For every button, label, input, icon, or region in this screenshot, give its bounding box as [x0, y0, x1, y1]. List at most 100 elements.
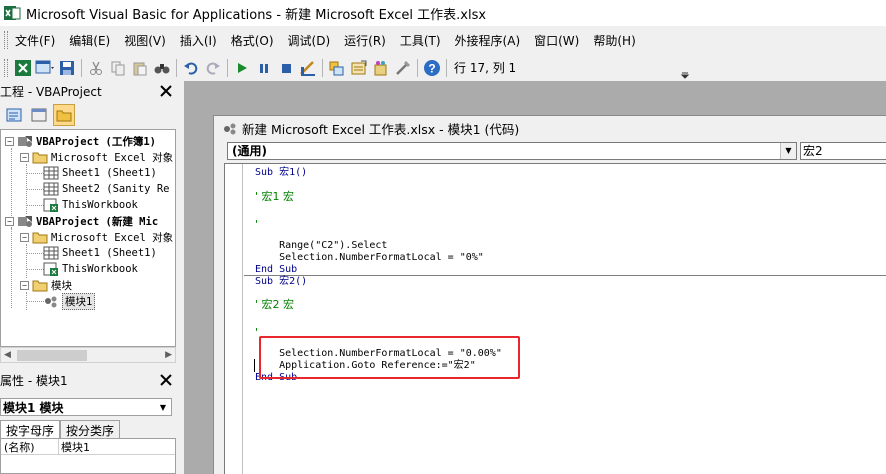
code-window: 新建 Microsoft Excel 工作表.xlsx - 模块1 (代码) (…	[213, 115, 886, 474]
toolbar-separator	[446, 58, 447, 77]
view-code-icon[interactable]	[3, 104, 25, 126]
properties-icon[interactable]	[348, 57, 370, 79]
run-icon[interactable]	[231, 57, 253, 79]
reset-icon[interactable]	[275, 57, 297, 79]
close-icon[interactable]	[158, 372, 174, 388]
object-browser-icon[interactable]	[370, 57, 392, 79]
collapse-icon[interactable]: −	[20, 280, 29, 290]
redo-icon[interactable]	[202, 57, 224, 79]
toolbar-separator	[417, 58, 418, 77]
tab-categorized[interactable]: 按分类序	[60, 420, 121, 438]
svg-text:?: ?	[428, 61, 435, 75]
tree-connector	[11, 228, 12, 308]
menu-tools[interactable]: 工具(T)	[393, 32, 448, 49]
tree-node-thisworkbook-1[interactable]: ThisWorkbook	[43, 197, 138, 213]
worksheet-icon	[43, 182, 59, 196]
cut-icon[interactable]	[85, 57, 107, 79]
property-value[interactable]: 模块1	[59, 439, 90, 454]
tree-connector	[26, 269, 44, 270]
close-icon[interactable]	[158, 83, 174, 99]
menu-file[interactable]: 文件(F)	[8, 32, 62, 49]
toolbox-icon[interactable]	[392, 57, 414, 79]
procedure-combo[interactable]: 宏2	[800, 142, 886, 160]
menu-addins[interactable]: 外接程序(A)	[448, 32, 528, 49]
view-excel-icon[interactable]	[12, 57, 34, 79]
vba-project-icon	[18, 136, 32, 147]
cursor-position: 行 17, 列 1	[454, 61, 517, 75]
project-explorer-icon[interactable]	[326, 57, 348, 79]
code-line-comment: ' 宏1 宏	[255, 190, 295, 203]
workbook-icon	[43, 262, 58, 276]
toolbar-grip[interactable]	[4, 58, 8, 77]
paste-icon[interactable]	[129, 57, 151, 79]
insert-userform-icon[interactable]	[34, 57, 56, 79]
scroll-right-icon[interactable]: ▶	[165, 350, 172, 360]
project-pane-title: 工程 - VBAProject	[0, 84, 102, 99]
project-tree-scrollbar[interactable]: ◀ ▶	[0, 347, 176, 363]
tree-node-excel-objects-1[interactable]: − Microsoft Excel 对象	[20, 149, 173, 165]
menu-debug[interactable]: 调试(D)	[281, 32, 338, 49]
tree-connector	[26, 244, 27, 278]
module-icon	[45, 296, 57, 308]
save-icon[interactable]	[56, 57, 78, 79]
scroll-left-icon[interactable]: ◀	[4, 350, 11, 360]
code-line-comment: '	[255, 326, 259, 339]
menu-window[interactable]: 窗口(W)	[527, 32, 586, 49]
tree-node-excel-objects-2[interactable]: − Microsoft Excel 对象	[20, 229, 173, 245]
collapse-icon[interactable]: −	[5, 136, 14, 146]
collapse-icon[interactable]: −	[20, 152, 29, 162]
properties-object-value: 模块1 模块	[3, 400, 64, 415]
properties-pane-title-bar: 属性 - 模块1	[0, 370, 180, 390]
collapse-icon[interactable]: −	[5, 216, 14, 226]
code-editor[interactable]: Sub 宏1() ' 宏1 宏 ' Range("C2").Select Sel…	[224, 163, 886, 474]
tree-node-label: Sheet2 (Sanity Re	[62, 183, 170, 195]
tree-node-sheet1-2[interactable]: Sheet1 (Sheet1)	[43, 245, 157, 261]
tree-node-module1[interactable]: 模块1	[43, 292, 96, 310]
menu-format[interactable]: 格式(O)	[224, 32, 281, 49]
red-highlight-box	[259, 336, 520, 379]
object-combo[interactable]: (通用) ▼	[227, 142, 797, 160]
tree-node-label: 模块	[51, 279, 72, 292]
properties-tabs: 按字母序 按分类序	[0, 420, 180, 438]
tree-connector	[26, 205, 44, 206]
tree-node-sheet1-1[interactable]: Sheet1 (Sheet1)	[43, 165, 157, 181]
collapse-icon[interactable]: −	[20, 232, 29, 242]
help-icon[interactable]: ?	[421, 57, 443, 79]
chevron-down-icon[interactable]: ▼	[780, 143, 796, 159]
find-icon[interactable]	[151, 57, 173, 79]
menu-run[interactable]: 运行(R)	[337, 32, 393, 49]
code-line: Selection.NumberFormatLocal = "0%"	[255, 252, 484, 263]
tree-node-thisworkbook-2[interactable]: ThisWorkbook	[43, 261, 138, 277]
vba-project-icon	[18, 216, 32, 227]
copy-icon[interactable]	[107, 57, 129, 79]
tree-node-label: 模块1	[62, 292, 96, 310]
scrollbar-thumb[interactable]	[17, 350, 87, 361]
tree-connector	[26, 173, 44, 174]
code-window-title: 新建 Microsoft Excel 工作表.xlsx - 模块1 (代码)	[242, 121, 520, 137]
view-object-icon[interactable]	[28, 104, 50, 126]
tree-node-sheet2-1[interactable]: Sheet2 (Sanity Re	[43, 181, 169, 197]
excel-vba-icon	[4, 6, 21, 20]
design-mode-icon[interactable]	[297, 57, 319, 79]
undo-icon[interactable]	[180, 57, 202, 79]
code-margin-indicator-bar[interactable]	[225, 164, 243, 474]
code-line: Sub 宏1()	[255, 167, 308, 178]
tab-alphabetic[interactable]: 按字母序	[0, 420, 61, 438]
tree-node-label: ThisWorkbook	[62, 199, 138, 211]
properties-object-select[interactable]: 模块1 模块 ▼	[0, 398, 172, 416]
menu-view[interactable]: 视图(V)	[117, 32, 173, 49]
toolbar-options-button[interactable]	[680, 57, 690, 79]
chevron-down-icon[interactable]: ▼	[156, 400, 170, 414]
property-row[interactable]: (名称) 模块1	[1, 439, 175, 455]
tree-node-modules[interactable]: − 模块	[20, 277, 72, 293]
toggle-folders-icon[interactable]	[53, 104, 75, 126]
menu-insert[interactable]: 插入(I)	[173, 32, 224, 49]
procedure-separator	[244, 275, 886, 276]
break-icon[interactable]	[253, 57, 275, 79]
project-tree[interactable]: − VBAProject (工作簿1) − Microsoft Excel 对象…	[0, 129, 176, 347]
menu-help[interactable]: 帮助(H)	[586, 32, 642, 49]
tree-node-vbaproject-2[interactable]: − VBAProject (新建 Mic	[5, 213, 158, 229]
menu-edit[interactable]: 编辑(E)	[62, 32, 117, 49]
tree-node-vbaproject-1[interactable]: − VBAProject (工作簿1)	[5, 133, 156, 149]
code-line: Sub 宏2()	[255, 276, 308, 287]
